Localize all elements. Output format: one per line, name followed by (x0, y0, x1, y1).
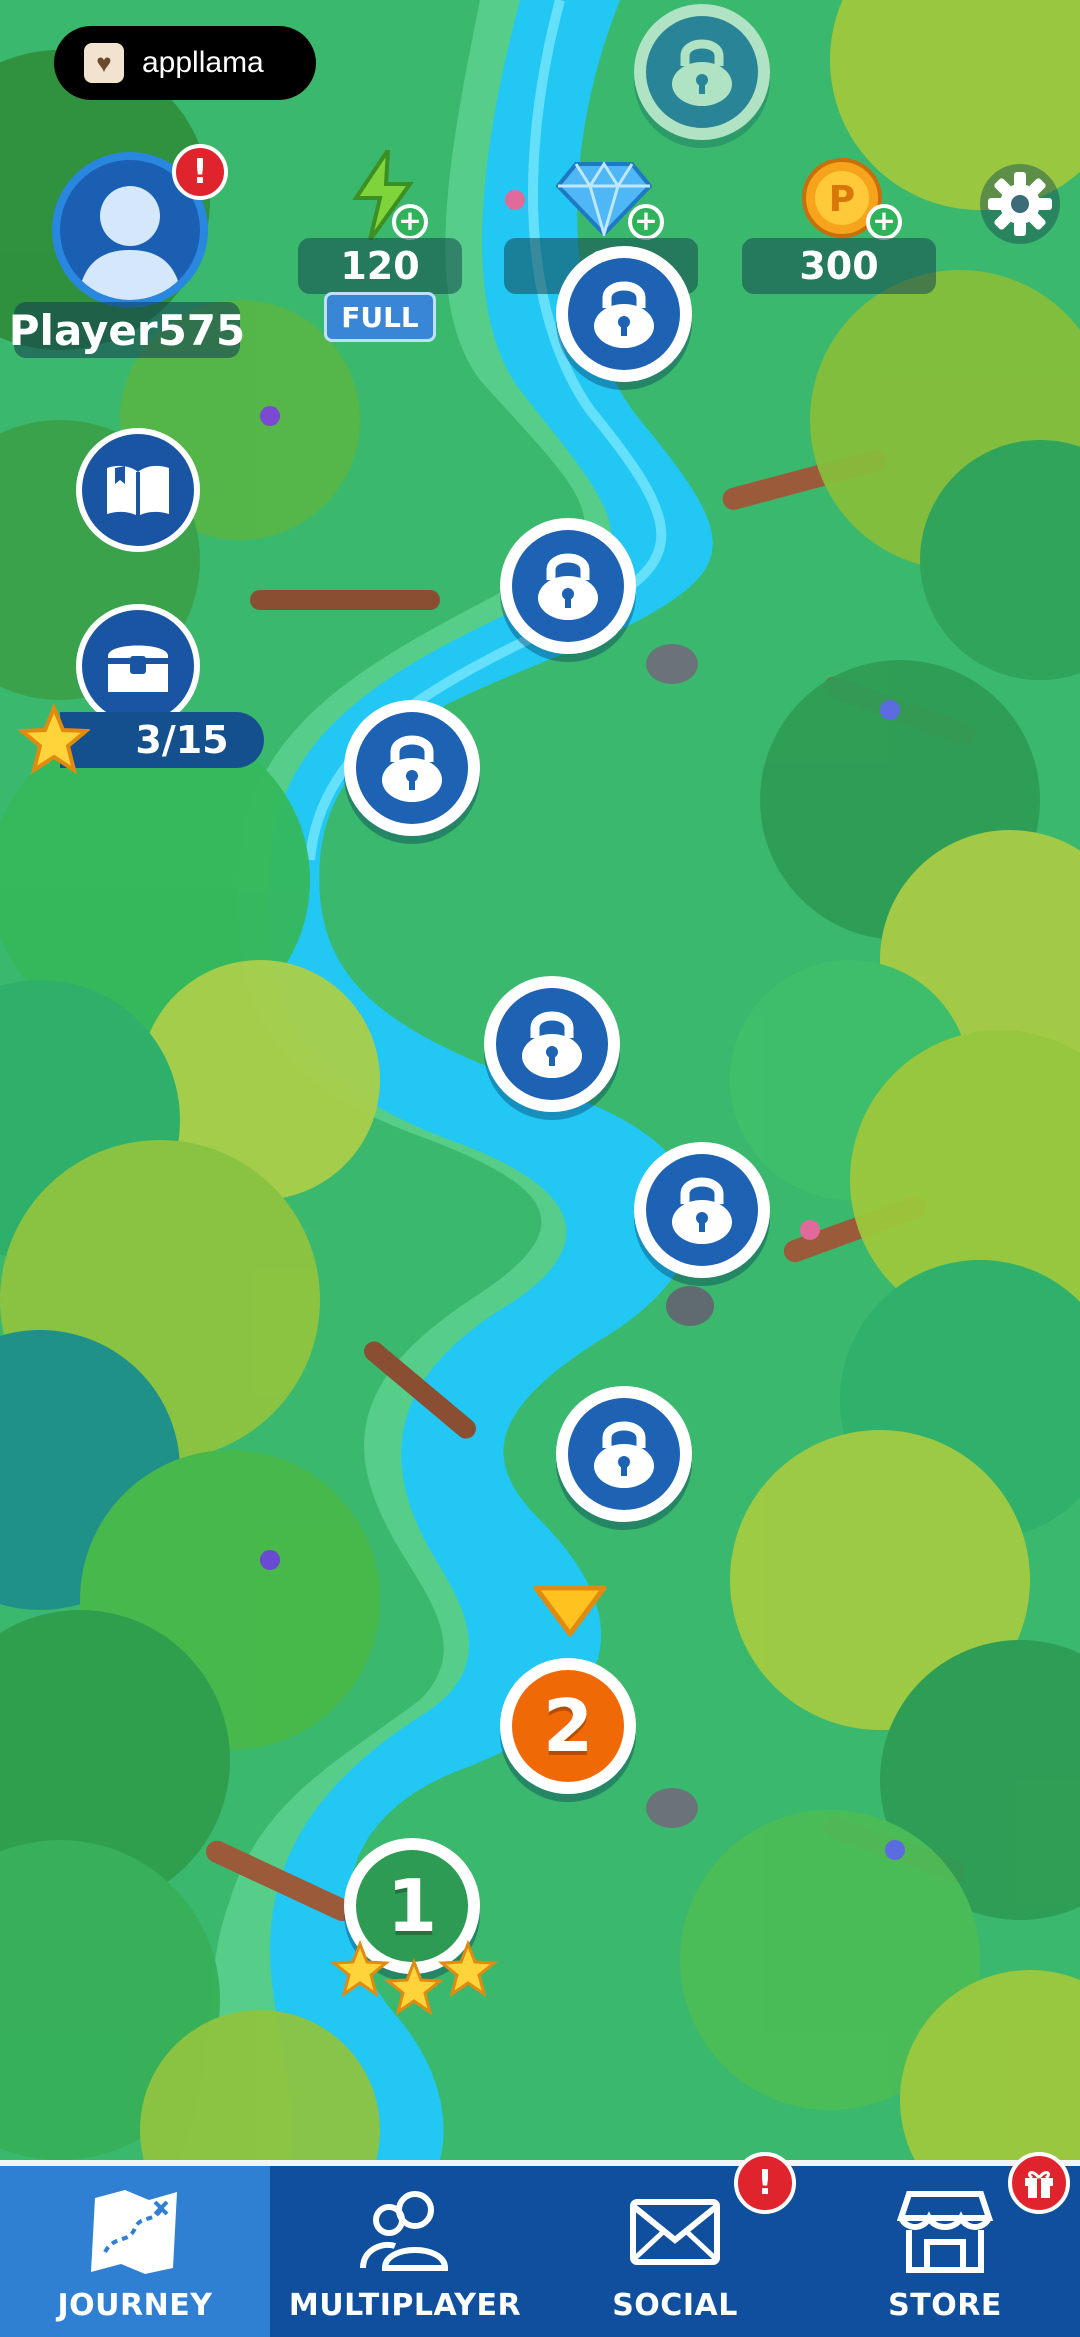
padlock-icon (382, 735, 442, 802)
star-icon (437, 1940, 499, 1998)
locked-level-node[interactable] (634, 1142, 770, 1278)
star-progress-text: 3/15 (135, 718, 229, 762)
nav-store-label: STORE (888, 2288, 1002, 2323)
svg-text:P: P (829, 179, 855, 220)
locked-level-node[interactable] (556, 246, 692, 382)
settings-gear-icon[interactable] (978, 162, 1062, 246)
bottom-navigation: JOURNEY MULTIPLAYER SOCIAL ! STORE (0, 2152, 1080, 2337)
star-icon (330, 1940, 391, 1998)
padlock-icon (538, 553, 598, 620)
locked-level-node[interactable] (500, 518, 636, 654)
locked-level-node[interactable] (484, 976, 620, 1112)
social-alert-badge: ! (734, 2152, 796, 2214)
nav-journey-label: JOURNEY (57, 2288, 213, 2323)
nav-multiplayer[interactable]: MULTIPLAYER (270, 2166, 540, 2337)
energy-full-tag: FULL (324, 292, 436, 342)
padlock-icon (594, 1421, 654, 1488)
add-gems-button[interactable]: + (628, 204, 664, 240)
level-2-node[interactable]: 2 (500, 1658, 636, 1794)
padlock-icon (594, 281, 654, 348)
multiplayer-users-icon (360, 2191, 449, 2271)
envelope-icon (630, 2199, 720, 2265)
store-gift-badge (1008, 2152, 1070, 2214)
book-icon (107, 465, 169, 516)
profile-alert-badge: ! (172, 144, 228, 200)
nav-store[interactable]: STORE (810, 2152, 1080, 2337)
add-coins-button[interactable]: + (866, 204, 902, 240)
current-level-arrow-icon (533, 1585, 607, 1637)
map-icon (91, 2190, 177, 2274)
guide-book-button[interactable] (76, 428, 200, 552)
level-1-stars (330, 1940, 499, 2016)
player-name: Player575 (9, 302, 245, 358)
appllama-watermark: ♥ appllama (54, 26, 316, 100)
nav-multiplayer-label: MULTIPLAYER (288, 2288, 522, 2323)
coins-counter: 300 (742, 238, 936, 294)
watermark-text: appllama (142, 46, 264, 79)
locked-level-node[interactable] (344, 700, 480, 836)
nav-journey[interactable]: JOURNEY (0, 2166, 270, 2337)
star-icon (383, 1957, 445, 2016)
padlock-icon (672, 39, 732, 106)
locked-level-node[interactable] (556, 1386, 692, 1522)
store-icon (896, 2191, 994, 2273)
star-progress-bar: 3/15 (60, 712, 264, 768)
star-chest-button[interactable] (76, 604, 200, 728)
add-energy-button[interactable]: + (392, 204, 428, 240)
star-icon (18, 704, 90, 775)
treasure-chest-icon (108, 645, 168, 692)
locked-level-node[interactable] (634, 4, 770, 140)
padlock-icon (672, 1177, 732, 1244)
llama-logo-icon: ♥ (84, 43, 124, 83)
level-2-label: 2 (512, 1670, 624, 1782)
nav-social-label: SOCIAL (612, 2288, 738, 2323)
energy-counter: 120 (298, 238, 462, 294)
nav-social[interactable]: SOCIAL ! (540, 2152, 810, 2337)
padlock-icon (522, 1011, 582, 1078)
gift-icon (1025, 2171, 1053, 2198)
